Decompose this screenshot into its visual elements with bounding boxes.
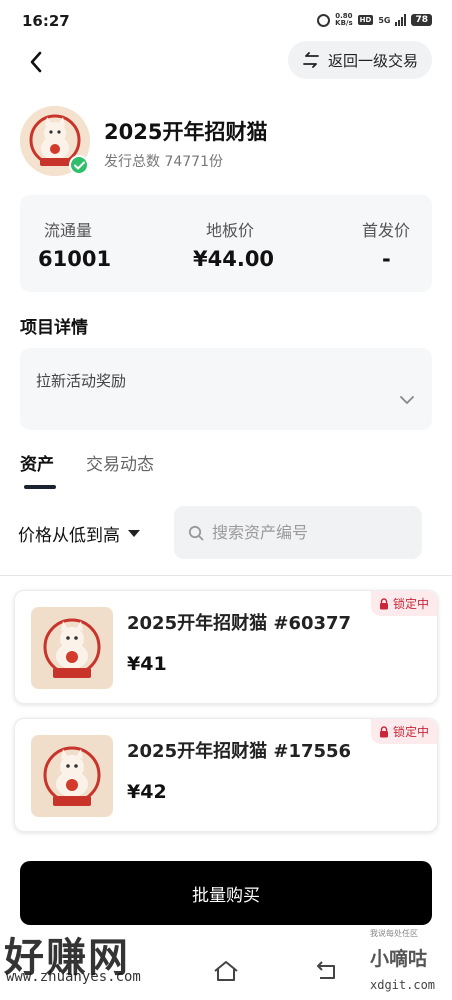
list-divider — [0, 575, 452, 576]
search-box[interactable] — [174, 506, 422, 559]
hd-badge: HD — [357, 15, 374, 25]
return-primary-trade-label: 返回一级交易 — [327, 51, 418, 70]
nav-back-button[interactable] — [314, 960, 340, 986]
status-icons: 0.80 KB/s HD 5G 78 — [317, 13, 432, 27]
asset-card[interactable]: 2025开年招财猫 #17556 ¥42 锁定中 — [14, 718, 438, 832]
stat-floor-price-label: 地板价 — [206, 221, 255, 240]
asset-name: 2025开年招财猫 #17556 — [127, 741, 352, 762]
sort-label: 价格从低到高 — [18, 526, 120, 546]
issue-total: 发行总数 74771份 — [104, 154, 223, 170]
swap-arrows-icon — [303, 52, 319, 68]
alarm-icon — [317, 13, 331, 27]
watermark-left: 好赚网 www.zhuanyes.com — [0, 925, 200, 995]
asset-thumbnail — [31, 607, 113, 689]
chevron-left-icon — [30, 51, 42, 73]
signal-icon — [395, 14, 407, 26]
stat-circulation-value: 61001 — [38, 247, 112, 271]
project-details-box[interactable]: 拉新活动奖励 — [20, 348, 432, 430]
tab-assets[interactable]: 资产 — [20, 450, 54, 475]
lock-icon — [379, 725, 388, 737]
locked-badge: 锁定中 — [370, 591, 437, 616]
status-bar: 16:27 0.80 KB/s HD 5G 78 — [0, 0, 452, 44]
stat-circulation-label: 流通量 — [44, 221, 93, 240]
status-time: 16:27 — [22, 12, 70, 30]
asset-price: ¥42 — [127, 781, 167, 803]
back-return-icon — [317, 961, 335, 979]
network-type: 5G — [378, 15, 391, 25]
asset-name: 2025开年招财猫 #60377 — [127, 613, 352, 634]
project-details-text: 拉新活动奖励 — [36, 372, 127, 390]
stat-launch-price-value: - — [382, 247, 391, 271]
watermark-right-url: xdgit.com — [370, 978, 436, 992]
watermark-right: 我说每处任区 小嘀咕 xdgit.com — [366, 926, 448, 996]
locked-badge-label: 锁定中 — [392, 597, 429, 611]
network-speed-unit: KB/s — [335, 19, 353, 27]
lucky-cat-image — [31, 735, 113, 817]
locked-badge: 锁定中 — [370, 719, 437, 744]
battery-icon: 78 — [411, 14, 432, 26]
tab-trade-activity[interactable]: 交易动态 — [86, 450, 154, 475]
home-icon — [214, 961, 238, 981]
product-title: 2025开年招财猫 — [104, 120, 268, 144]
watermark-left-url: www.zhuanyes.com — [6, 969, 141, 985]
watermark-right-caption: 我说每处任区 — [370, 929, 418, 938]
chevron-down-icon[interactable] — [400, 396, 414, 405]
asset-price: ¥41 — [127, 653, 167, 675]
asset-thumbnail — [31, 735, 113, 817]
stats-card: 流通量 61001 地板价 ¥44.00 首发价 - — [20, 195, 432, 292]
stat-launch-price-label: 首发价 — [362, 221, 411, 240]
lock-icon — [379, 597, 388, 609]
caret-down-icon — [128, 530, 140, 537]
search-input[interactable] — [212, 523, 402, 542]
search-icon — [188, 525, 204, 540]
sort-dropdown[interactable]: 价格从低到高 — [18, 521, 140, 546]
bulk-buy-button[interactable]: 批量购买 — [20, 861, 432, 925]
network-speed: 0.80 KB/s — [335, 13, 352, 27]
asset-card[interactable]: 2025开年招财猫 #60377 ¥41 锁定中 — [14, 590, 438, 704]
tab-active-indicator — [24, 485, 56, 489]
locked-badge-label: 锁定中 — [392, 725, 429, 739]
lucky-cat-image — [31, 607, 113, 689]
back-button[interactable] — [18, 44, 54, 80]
verified-check-icon — [69, 155, 89, 175]
project-details-title: 项目详情 — [20, 318, 88, 338]
watermark-right-logo: 小嘀咕 — [370, 948, 428, 970]
nav-home-button[interactable] — [213, 960, 239, 986]
return-primary-trade-button[interactable]: 返回一级交易 — [287, 41, 432, 79]
stat-floor-price-value: ¥44.00 — [193, 247, 275, 271]
